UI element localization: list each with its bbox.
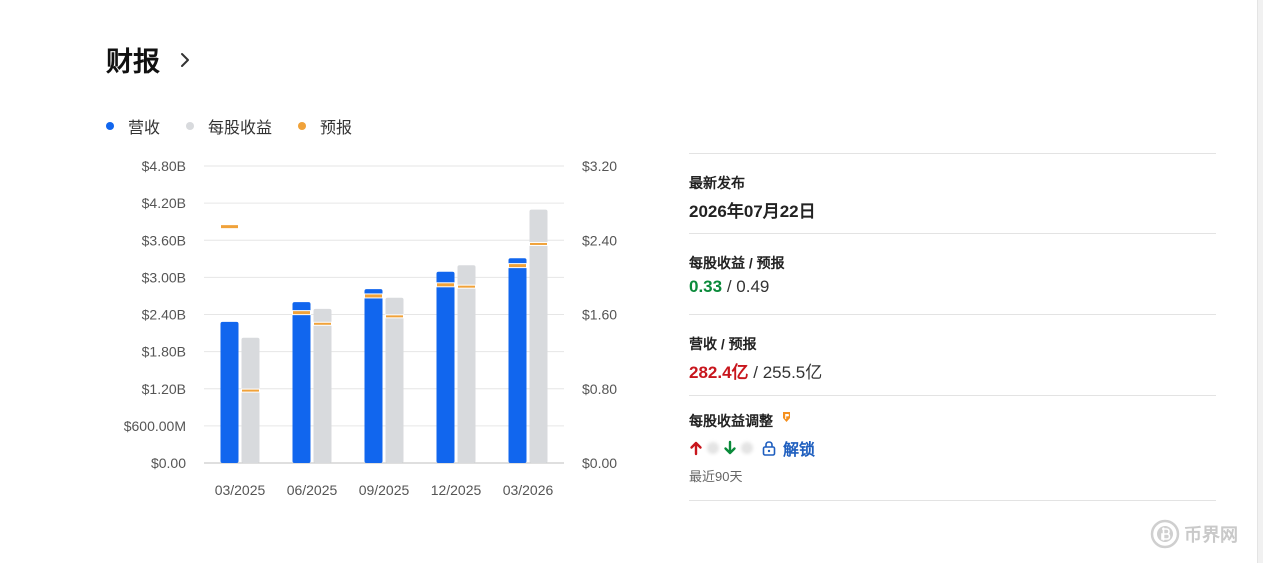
eps-label: 每股收益 / 预报 [689,255,785,271]
lock-icon[interactable] [761,440,777,456]
revenue-bar [364,289,383,463]
eps-bar [529,209,548,463]
divider [689,500,1216,501]
y-left-tick-label: $1.20B [142,381,186,397]
eps-adjustment-row: 每股收益调整 解锁 最近90天 [689,396,1216,500]
x-tick-label: 03/2025 [215,482,266,498]
unlock-link[interactable]: 解锁 [783,436,815,460]
latest-release-label: 最新发布 [689,175,745,191]
y-right-tick-label: $3.20 [582,158,617,174]
eps-bar [313,308,332,463]
revenue-actual: 282.4亿 [689,363,749,382]
revenue-row: 营收 / 预报 282.4亿 / 255.5亿 [689,315,1216,395]
revenue-forecast-marker [436,282,455,288]
y-left-tick-label: $3.00B [142,269,186,285]
period-note: 最近90天 [689,469,743,484]
eps-bar [457,265,476,463]
revenue-label: 营收 / 预报 [689,336,757,352]
hidden-value [707,442,719,454]
eps-forecast-marker [313,321,332,326]
revenue-value: 282.4亿 / 255.5亿 [689,358,822,383]
earnings-chart: $0.00 $600.00M $1.20B $1.80B $2.40B $3.00B $3.… [124,158,618,498]
revenue-bar [220,321,239,463]
y-left-tick-label: $2.40B [142,307,186,323]
eps-forecast: / 0.49 [722,277,770,296]
eps-forecast-marker [529,241,548,246]
revenue-forecast: / 255.5亿 [748,363,823,382]
y-left-tick-label: $4.80B [142,158,186,174]
pro-badge-icon [782,412,790,422]
eps-adjustment-label-wrap: 每股收益调整 [689,411,792,431]
eps-forecast-marker [385,314,404,319]
eps-value: 0.33 / 0.49 [689,277,769,297]
arrow-down-icon [724,440,736,455]
revenue-bar [508,258,527,463]
y-left-tick-label: $600.00M [124,418,186,434]
scrollbar-edge [1257,0,1263,563]
hidden-value [741,442,753,454]
watermark: 币界网 [1150,519,1238,549]
eps-bar [241,337,260,463]
revenue-bar [292,302,311,463]
x-tick-label: 03/2026 [503,482,554,498]
watermark-logo-icon [1150,519,1180,549]
eps-adjustment-label: 每股收益调整 [689,413,773,429]
eps-actual: 0.33 [689,277,723,296]
y-left-tick-label: $4.20B [142,195,186,211]
revenue-forecast-marker [364,293,383,299]
y-left-tick-label: $3.60B [142,232,186,248]
y-right-tick-label: $2.40 [582,232,617,248]
revenue-forecast-marker [292,310,311,316]
eps-bar [385,297,404,463]
revenue-bar [436,271,455,463]
eps-forecast-marker [457,284,476,289]
x-tick-label: 12/2025 [431,482,482,498]
eps-row: 每股收益 / 预报 0.33 / 0.49 [689,234,1216,314]
eps-forecast-marker [241,388,260,393]
y-left-tick-label: $1.80B [142,344,186,360]
arrow-up-icon [690,441,702,456]
earnings-summary-panel: 最新发布 2026年07月22日 每股收益 / 预报 0.33 / 0.49 营… [689,153,1216,501]
x-tick-label: 09/2025 [359,482,410,498]
revenue-forecast-marker [220,224,239,230]
y-right-tick-label: $0.00 [582,455,617,471]
x-tick-label: 06/2025 [287,482,338,498]
y-left-tick-label: $0.00 [151,455,186,471]
eps-adjustment-values: 解锁 [689,436,815,460]
latest-release-row: 最新发布 2026年07月22日 [689,154,1216,233]
y-right-tick-label: $1.60 [582,307,617,323]
latest-release-date: 2026年07月22日 [689,202,816,221]
y-right-tick-label: $0.80 [582,381,617,397]
revenue-forecast-marker [508,263,527,269]
watermark-text: 币界网 [1184,525,1238,545]
